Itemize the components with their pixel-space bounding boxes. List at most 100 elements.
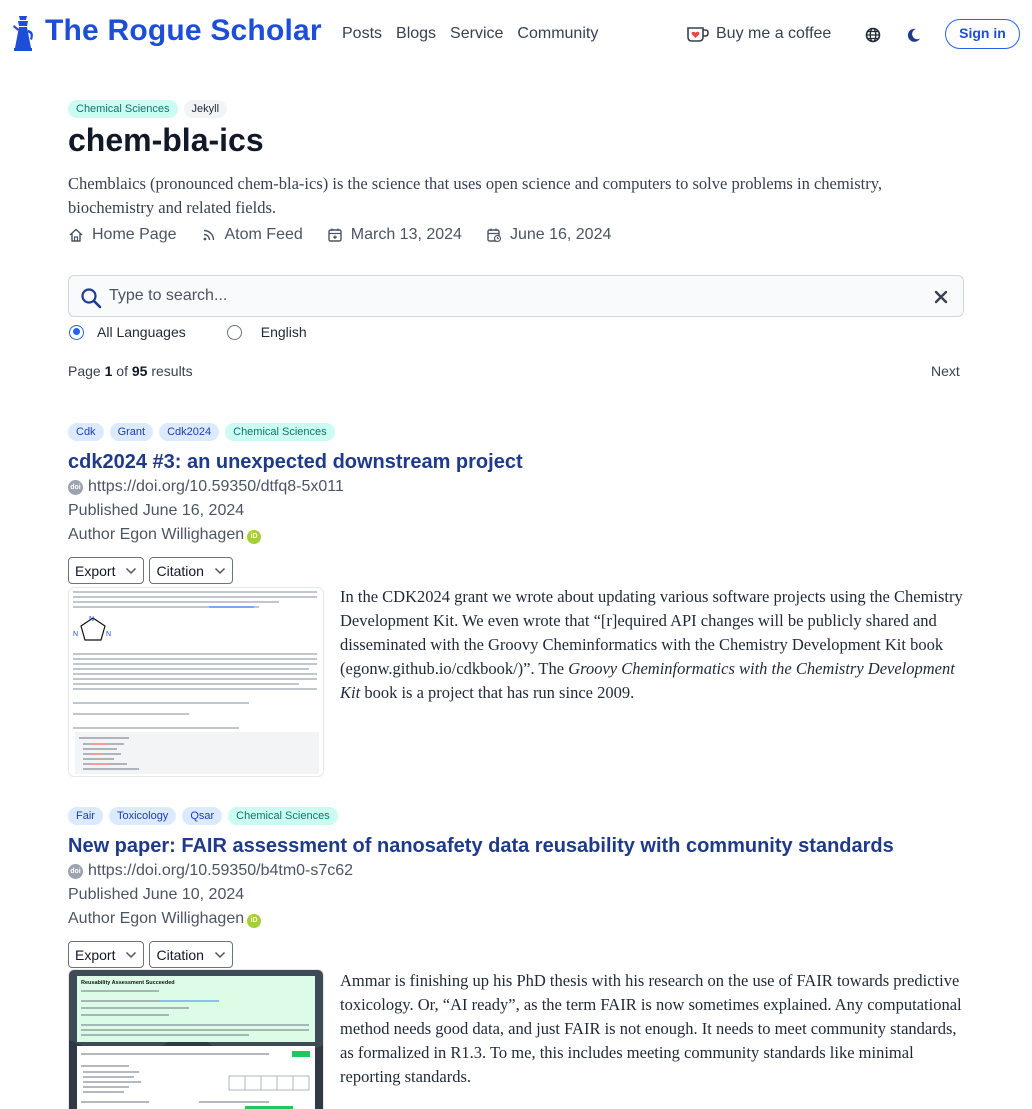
tag-chemical-sciences[interactable]: Chemical Sciences [68,100,178,118]
post-author[interactable]: Author Egon Willighagen iD [68,910,262,928]
blog-description: Chemblaics (pronounced chem-bla-ics) is … [68,174,883,217]
post-published: Published June 16, 2024 [68,502,245,519]
post-summary-text-end: book is a project that has run since 200… [360,683,635,702]
updated-date-text: June 16, 2024 [509,226,612,243]
post-title[interactable]: New paper: FAIR assessment of nanosafety… [68,835,894,858]
results-word: results [151,363,193,379]
updated-date: June 16, 2024 [486,226,611,244]
orcid-icon[interactable]: iD [247,913,262,928]
post-summary: Ammar is finishing up his PhD thesis wit… [340,971,962,1086]
dark-mode-moon-icon[interactable] [904,25,924,45]
export-dropdown[interactable]: Export [68,557,145,584]
main-nav: Posts Blogs Service Community [342,25,612,43]
language-filter: All Languages English [68,324,307,340]
created-date: March 13, 2024 [327,226,462,244]
post-thumbnail-image: N N N [73,591,319,774]
radio-english[interactable] [226,324,242,340]
language-globe-icon[interactable] [862,24,884,46]
tag-chemical-sciences[interactable]: Chemical Sciences [225,423,335,441]
doi-icon: doi [68,479,83,495]
rss-icon [203,229,214,241]
nav-service[interactable]: Service [450,25,503,43]
blog-title: chem-bla-ics [68,122,264,158]
current-page: 1 [104,363,113,379]
tag-grant[interactable]: Grant [109,423,154,441]
site-name[interactable]: The Rogue Scholar [45,14,322,48]
buy-coffee-label: Buy me a coffee [716,25,832,42]
post-title[interactable]: cdk2024 #3: an unexpected downstream pro… [68,451,523,474]
post-doi-link[interactable]: doi https://doi.org/10.59350/b4tm0-s7c62 [68,862,353,880]
post-doi-text: https://doi.org/10.59350/b4tm0-s7c62 [88,862,354,879]
search-box [68,275,964,317]
post-summary: In the CDK2024 grant we wrote about upda… [340,585,968,705]
tag-jekyll[interactable]: Jekyll [183,100,228,118]
buy-coffee-link[interactable]: Buy me a coffee [686,24,831,44]
created-date-text: March 13, 2024 [350,226,462,243]
svg-text:Reusability Assessment Succeed: Reusability Assessment Succeeded [81,980,175,986]
export-label: Export [75,946,116,963]
chevron-down-icon [214,567,225,574]
search-input[interactable] [109,282,919,310]
post-tags: Fair Toxicology Qsar Chemical Sciences [68,806,968,825]
citation-label: Citation [156,562,204,579]
coffee-pot-logo-icon[interactable] [10,14,36,52]
tag-cdk2024[interactable]: Cdk2024 [159,423,220,441]
home-icon [69,228,83,242]
home-page-label: Home Page [92,226,177,243]
citation-dropdown[interactable]: Citation [149,557,233,584]
post-actions: Export Citation [68,557,238,584]
nav-posts[interactable]: Posts [342,25,382,43]
atom-feed-label: Atom Feed [224,226,303,243]
total-pages: 95 [131,363,148,379]
tag-qsar[interactable]: Qsar [182,807,223,825]
nav-community[interactable]: Community [517,25,598,43]
doi-icon: doi [68,863,83,879]
radio-all-languages-label: All Languages [97,324,186,340]
radio-all-languages[interactable] [69,324,84,340]
chevron-down-icon [214,951,225,958]
svg-text:N: N [89,616,94,623]
citation-label: Citation [156,946,204,963]
post-author[interactable]: Author Egon Willighagen iD [68,526,262,544]
post-actions: Export Citation [68,941,238,968]
post-card: Fair Toxicology Qsar Chemical Sciences New … [68,806,968,1109]
nav-blogs[interactable]: Blogs [396,25,436,43]
sign-in-button[interactable]: Sign in [945,19,1020,49]
page-word: Page [68,363,101,379]
tag-toxicology[interactable]: Toxicology [108,807,177,825]
tag-fair[interactable]: Fair [68,807,103,825]
clear-search-icon[interactable] [933,289,949,305]
post-doi-link[interactable]: doi https://doi.org/10.59350/dtfq8-5x011 [68,478,344,496]
post-thumbnail[interactable]: N N N [68,587,324,777]
export-dropdown[interactable]: Export [68,941,145,968]
atom-feed-link[interactable]: Atom Feed [201,226,303,244]
post-author-text: Author Egon Willighagen [68,526,245,543]
post-doi-text: https://doi.org/10.59350/dtfq8-5x011 [88,478,344,495]
chevron-down-icon [126,951,137,958]
search-icon [81,288,102,309]
tag-chemical-sciences[interactable]: Chemical Sciences [228,807,338,825]
post-author-text: Author Egon Willighagen [68,910,245,927]
orcid-icon[interactable]: iD [247,529,262,544]
of-word: of [116,363,128,379]
svg-text:N: N [73,631,78,638]
home-page-link[interactable]: Home Page [68,226,177,244]
svg-text:N: N [106,631,111,638]
post-published: Published June 10, 2024 [68,886,245,903]
calendar-plus-icon [328,228,342,242]
export-label: Export [75,562,116,579]
post-card: Cdk Grant Cdk2024 Chemical Sciences cdk2024… [68,422,968,782]
radio-english-label: English [260,324,307,340]
calendar-clock-icon [487,228,502,243]
site-header: The Rogue Scholar Posts Blogs Service Co… [0,0,1032,68]
citation-dropdown[interactable]: Citation [149,941,233,968]
chevron-down-icon [126,567,137,574]
post-thumbnail-image: Reusability Assessment Succeeded [69,970,323,1109]
next-page-link[interactable]: Next [931,363,960,379]
post-thumbnail[interactable]: Reusability Assessment Succeeded [68,969,324,1109]
post-tags: Cdk Grant Cdk2024 Chemical Sciences [68,422,968,441]
blog-tags: Chemical Sciences Jekyll [68,99,233,118]
pagination-info: Page 1 of 95 results [68,363,193,379]
coffee-cup-icon [687,27,709,42]
tag-cdk[interactable]: Cdk [68,423,104,441]
